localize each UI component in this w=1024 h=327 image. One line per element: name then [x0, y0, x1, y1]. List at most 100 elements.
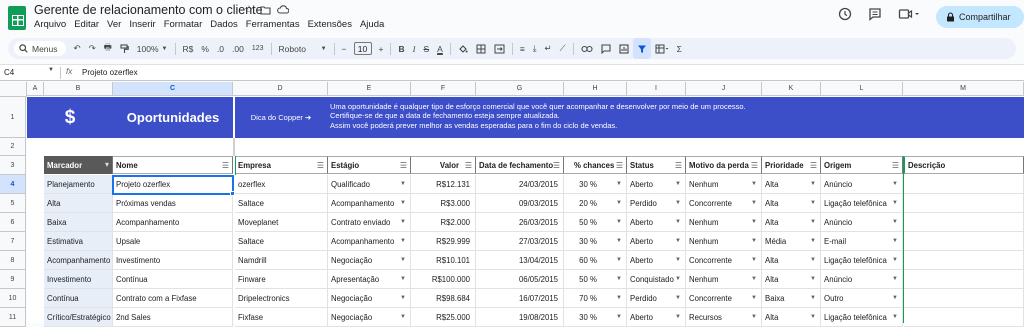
dropdown-arrow-icon[interactable]: ▼	[675, 238, 681, 244]
cell-data[interactable]: 16/07/2015	[476, 289, 564, 308]
fill-color-icon[interactable]	[454, 38, 472, 59]
dropdown-arrow-icon[interactable]: ▼	[810, 219, 816, 225]
cell-valor[interactable]: R$3.000	[411, 194, 476, 213]
dropdown-arrow-icon[interactable]: ▼	[616, 219, 622, 225]
row-header-11[interactable]: 11	[0, 308, 26, 327]
cell-empresa[interactable]: Fixfase	[235, 308, 328, 327]
dropdown-arrow-icon[interactable]: ▼	[400, 295, 406, 301]
filter-toggle-icon[interactable]: ☰	[553, 161, 560, 170]
header-origem[interactable]: Origem ☰	[821, 156, 903, 174]
cell-descricao[interactable]	[904, 232, 1024, 251]
select-all-corner[interactable]	[0, 82, 27, 97]
cell-data[interactable]: 09/03/2015	[476, 194, 564, 213]
column-header-c[interactable]: C	[113, 82, 233, 96]
dropdown-arrow-icon[interactable]: ▼	[810, 200, 816, 206]
cell-data[interactable]: 26/03/2015	[476, 213, 564, 232]
horizontal-align-icon[interactable]: ≡	[516, 38, 529, 59]
cell-descricao[interactable]	[904, 251, 1024, 270]
history-icon[interactable]	[838, 7, 852, 21]
row-header-4[interactable]: 4	[0, 175, 26, 194]
dropdown-arrow-icon[interactable]: ▼	[675, 257, 681, 263]
cell-prioridade[interactable]: Média ▼	[762, 232, 821, 251]
row-header-6[interactable]: 6	[0, 213, 26, 232]
cell-empresa[interactable]: Dripelectronics	[235, 289, 328, 308]
cell-origem[interactable]: Anúncio ▼	[821, 213, 903, 232]
cell-prioridade[interactable]: Alta ▼	[762, 308, 821, 327]
cell-nome[interactable]: 2nd Sales	[113, 308, 233, 327]
meet-icon[interactable]	[898, 7, 920, 21]
dropdown-arrow-icon[interactable]: ▼	[616, 257, 622, 263]
paint-format-icon[interactable]	[116, 38, 133, 59]
cell-nome[interactable]: Contínua	[113, 270, 233, 289]
dropdown-arrow-icon[interactable]: ▼	[616, 181, 622, 187]
fill-handle[interactable]	[230, 191, 235, 196]
dropdown-arrow-icon[interactable]: ▼	[675, 219, 681, 225]
functions-icon[interactable]: Σ	[673, 38, 686, 59]
cell-estagio[interactable]: Negociação ▼	[328, 308, 411, 327]
header-valor[interactable]: Valor ☰	[411, 156, 476, 174]
cell-prioridade[interactable]: Alta ▼	[762, 175, 821, 194]
share-button[interactable]: Compartilhar	[936, 6, 1024, 28]
currency-format-button[interactable]: R$	[179, 38, 198, 59]
insert-link-icon[interactable]	[577, 38, 597, 59]
menus-search[interactable]: Menus	[14, 41, 66, 56]
column-header-e[interactable]: E	[328, 82, 411, 96]
cell-motivo[interactable]: Recursos ▼	[686, 308, 762, 327]
cell-motivo[interactable]: Nenhum ▼	[686, 213, 762, 232]
column-header-h[interactable]: H	[564, 82, 627, 96]
cell-origem[interactable]: Outro ▼	[821, 289, 903, 308]
borders-icon[interactable]	[472, 38, 490, 59]
cell-status[interactable]: Aberto ▼	[627, 308, 686, 327]
dropdown-arrow-icon[interactable]: ▼	[400, 257, 406, 263]
cell-valor[interactable]: R$29.999	[411, 232, 476, 251]
cell-descricao[interactable]	[904, 289, 1024, 308]
menu-ajuda[interactable]: Ajuda	[360, 19, 384, 30]
decrease-decimal-button[interactable]: .0	[213, 38, 228, 59]
cell-marcador[interactable]: Crítico/Estratégico	[44, 308, 113, 327]
number-format-button[interactable]: 123	[248, 38, 268, 59]
cell-origem[interactable]: Ligação telefônica ▼	[821, 194, 903, 213]
italic-icon[interactable]: I	[409, 38, 420, 59]
filter-toggle-icon[interactable]: ☰	[616, 161, 623, 170]
row-header-9[interactable]: 9	[0, 270, 26, 289]
print-icon[interactable]: 🖶	[100, 38, 116, 59]
strikethrough-icon[interactable]: S	[419, 38, 433, 59]
cell-estagio[interactable]: Negociação ▼	[328, 289, 411, 308]
cell-motivo[interactable]: Concorrente ▼	[686, 289, 762, 308]
cell-marcador[interactable]: Acompanhamento	[44, 251, 113, 270]
cell-prioridade[interactable]: Alta ▼	[762, 194, 821, 213]
dropdown-arrow-icon[interactable]: ▼	[400, 276, 406, 282]
cell-marcador[interactable]: Contínua	[44, 289, 113, 308]
formula-input[interactable]: Projeto ozerflex	[82, 68, 138, 77]
header-marcador[interactable]: Marcador ▾	[44, 156, 113, 174]
cell-motivo[interactable]: Concorrente ▼	[686, 251, 762, 270]
dropdown-arrow-icon[interactable]: ▼	[810, 257, 816, 263]
menu-ferramentas[interactable]: Ferramentas	[246, 19, 300, 30]
cell-descricao[interactable]	[904, 270, 1024, 289]
column-header-i[interactable]: I	[627, 82, 686, 96]
cell-motivo[interactable]: Nenhum ▼	[686, 175, 762, 194]
text-rotation-icon[interactable]: ⟋	[556, 38, 570, 59]
dropdown-arrow-icon[interactable]: ▼	[400, 219, 406, 225]
comments-icon[interactable]	[868, 7, 882, 21]
menu-arquivo[interactable]: Arquivo	[34, 19, 66, 30]
cell-marcador[interactable]: Estimativa	[44, 232, 113, 251]
cell-estagio[interactable]: Negociação ▼	[328, 251, 411, 270]
dropdown-arrow-icon[interactable]: ▼	[810, 238, 816, 244]
cell-descricao[interactable]	[904, 213, 1024, 232]
cell-nome[interactable]: Contrato com a Fixfase	[113, 289, 233, 308]
bold-icon[interactable]: B	[394, 38, 408, 59]
dropdown-arrow-icon[interactable]: ▼	[400, 181, 406, 187]
cell-descricao[interactable]	[904, 308, 1024, 327]
cell-chances[interactable]: 60 % ▼	[564, 251, 627, 270]
cell-nome[interactable]: Próximas vendas	[113, 194, 233, 213]
cell-origem[interactable]: Anúncio ▼	[821, 270, 903, 289]
cell-status[interactable]: Aberto ▼	[627, 232, 686, 251]
dropdown-arrow-icon[interactable]: ▼	[892, 181, 898, 187]
filter-toggle-icon[interactable]: ☰	[400, 161, 407, 170]
cell-chances[interactable]: 50 % ▼	[564, 213, 627, 232]
cell-estagio[interactable]: Acompanhamento ▼	[328, 194, 411, 213]
dropdown-arrow-icon[interactable]: ▼	[751, 276, 757, 282]
cell-origem[interactable]: E-mail ▼	[821, 232, 903, 251]
cell-valor[interactable]: R$2.000	[411, 213, 476, 232]
